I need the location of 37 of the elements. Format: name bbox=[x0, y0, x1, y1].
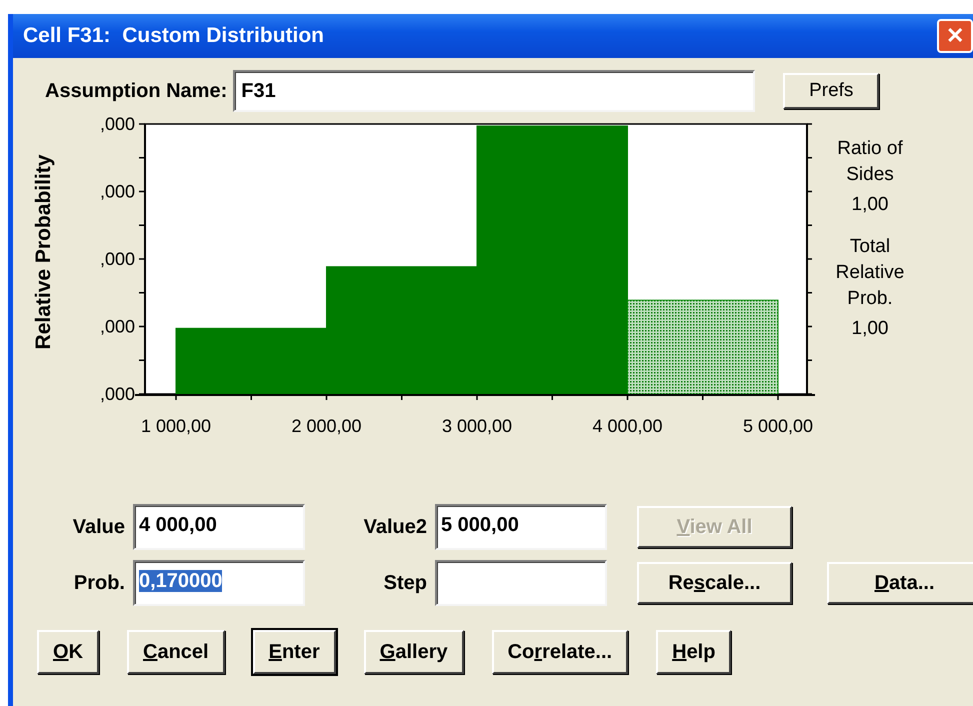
dialog-button[interactable]: Help bbox=[656, 630, 732, 674]
input-field[interactable]: 0,170000 bbox=[133, 560, 305, 606]
side-info-label: Ratio of Sides bbox=[836, 137, 904, 187]
x-tick-label: 5 000,00 bbox=[742, 416, 814, 436]
input-field[interactable] bbox=[435, 560, 607, 606]
field-label: Prob. bbox=[72, 572, 126, 594]
y-tick-label: ,000 bbox=[100, 114, 135, 134]
histogram-bar[interactable] bbox=[627, 300, 778, 394]
assumption-name-field[interactable]: F31 bbox=[233, 70, 756, 112]
field-label: Value2 bbox=[362, 516, 428, 538]
dialog-button[interactable]: Cancel bbox=[127, 630, 225, 674]
window-title: Cell F31: Custom Distribution bbox=[23, 24, 324, 48]
dialog-button[interactable]: Correlate... bbox=[492, 630, 628, 674]
side-info-label: Total Relative Prob. bbox=[834, 235, 906, 311]
dialog-button[interactable]: Gallery bbox=[364, 630, 464, 674]
y-tick-label: ,000 bbox=[100, 384, 135, 404]
x-tick-label: 1 000,00 bbox=[140, 416, 212, 436]
side-info-value: 1,00 bbox=[852, 194, 888, 216]
field-label: Value bbox=[72, 516, 126, 538]
input-field[interactable]: 5 000,00 bbox=[435, 504, 607, 550]
y-tick-label: ,000 bbox=[100, 249, 135, 269]
y-axis-label: Relative Probability bbox=[32, 154, 56, 350]
x-tick-label: 4 000,00 bbox=[592, 416, 663, 436]
dialog-button[interactable]: Rescale... bbox=[637, 562, 792, 604]
assumption-name-label: Assumption Name: bbox=[45, 80, 228, 102]
prefs-button[interactable]: Prefs bbox=[783, 73, 880, 109]
y-tick-label: ,000 bbox=[100, 182, 135, 202]
close-button[interactable]: ✕ bbox=[937, 19, 973, 53]
dialog-button[interactable]: Enter bbox=[252, 630, 336, 674]
y-tick-label: ,000 bbox=[100, 316, 135, 336]
dialog-button[interactable]: OK bbox=[37, 630, 100, 674]
x-tick-label: 2 000,00 bbox=[291, 416, 362, 436]
dialog-button[interactable]: Data... bbox=[827, 562, 973, 604]
side-info-value: 1,00 bbox=[852, 318, 888, 340]
x-tick-label: 3 000,00 bbox=[442, 416, 512, 436]
field-label: Step bbox=[382, 572, 428, 594]
input-field[interactable]: 4 000,00 bbox=[133, 504, 305, 550]
